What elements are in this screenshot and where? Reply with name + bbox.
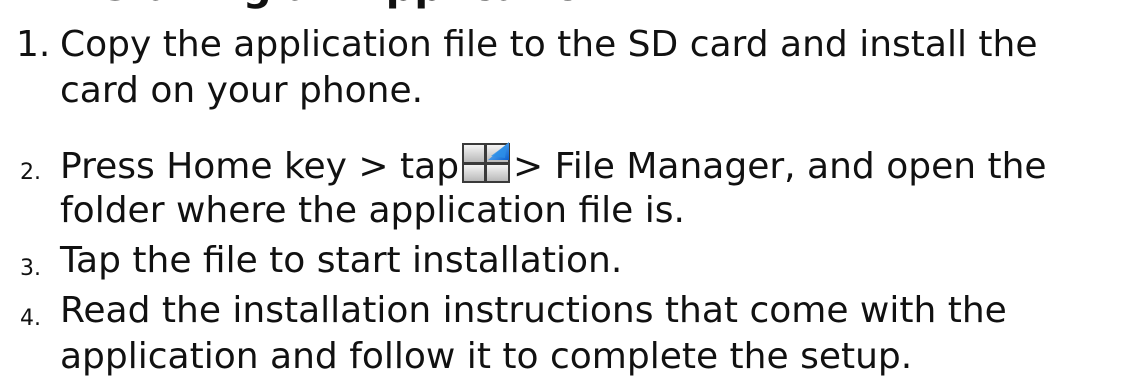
app-launcher-grid-icon [461,142,511,184]
step-number: 3. [20,256,41,281]
section-heading: Installing an Application [60,0,610,12]
step-text-line: application and follow it to complete th… [60,336,913,377]
step-text-line: folder where the application file is. [60,190,685,231]
step-number: 4. [20,306,41,331]
step-number: 1. [16,24,51,65]
step-text-after-icon: > File Manager, and open the [513,146,1047,187]
step-text-line: Read the installation instructions that … [60,290,1007,331]
step-text-line: Copy the application file to the SD card… [60,24,1038,65]
step-text-line: Press Home key > tap > File Manager, and… [60,142,1047,190]
step-number: 2. [20,160,41,185]
step-text-line: Tap the file to start installation. [60,240,623,281]
step-text-line: card on your phone. [60,70,424,111]
step-text-before-icon: Press Home key > tap [60,146,460,187]
